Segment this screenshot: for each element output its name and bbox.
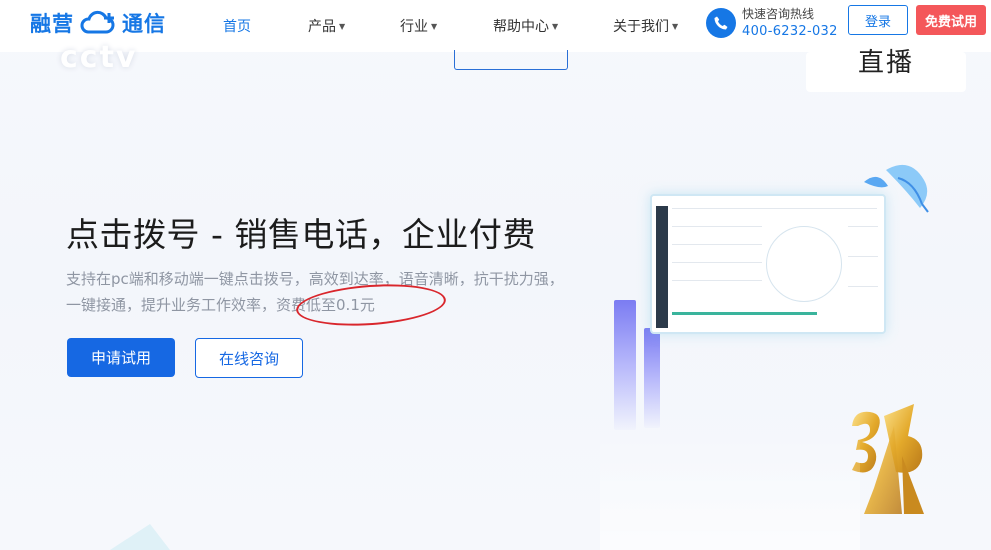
bar-pillar <box>614 300 636 430</box>
caret-down-icon: ▼ <box>339 21 346 31</box>
top-header: 融营 通信 首页 产品 ▼ 行业 ▼ 帮助中心 ▼ 关于我们 ▼ 快速咨询热线 … <box>0 0 991 52</box>
hotline-text: 快速咨询热线 400-6232-032 <box>742 6 838 40</box>
logo-text-right: 通信 <box>122 12 166 36</box>
login-button[interactable]: 登录 <box>848 5 908 35</box>
logo-text-left: 融营 <box>30 12 74 36</box>
hero-title: 点击拨号 - 销售电话，企业付费 <box>66 215 536 254</box>
cloud-plus-icon <box>80 10 115 34</box>
dashboard-row <box>672 208 877 209</box>
caret-down-icon: ▼ <box>672 21 679 31</box>
caret-down-icon: ▼ <box>431 21 438 31</box>
hero-illustration <box>600 160 991 550</box>
dashboard-row <box>848 286 878 287</box>
cctv-watermark: cctv <box>60 40 138 75</box>
hotline[interactable]: 快速咨询热线 400-6232-032 <box>706 6 838 40</box>
phone-icon <box>706 8 736 38</box>
nav-about-us[interactable]: 关于我们 ▼ <box>613 16 678 36</box>
nav-industry[interactable]: 行业 ▼ <box>400 16 437 36</box>
nav-industry-label: 行业 <box>400 19 428 35</box>
live-label: 直播 <box>858 48 915 78</box>
nav-products[interactable]: 产品 ▼ <box>308 16 345 36</box>
hotline-label: 快速咨询热线 <box>742 7 815 21</box>
dashboard-row <box>672 226 762 227</box>
dashboard-row <box>672 280 762 281</box>
banner-button-outline[interactable] <box>454 50 568 70</box>
decorative-shape <box>110 524 170 550</box>
nav-home-label: 首页 <box>223 19 251 35</box>
brand-logo[interactable]: 融营 通信 <box>30 8 166 38</box>
dashboard-row <box>848 226 878 227</box>
dashboard-dial <box>766 226 842 302</box>
paper-bird-icon <box>864 164 929 213</box>
dashboard-progress-bar <box>672 312 817 315</box>
hotline-number: 400-6232-032 <box>742 24 838 39</box>
nav-home[interactable]: 首页 <box>223 16 251 36</box>
dashboard-row <box>848 256 878 257</box>
nav-help-center[interactable]: 帮助中心 ▼ <box>493 16 558 36</box>
dashboard-screenshot <box>650 194 886 334</box>
free-trial-button[interactable]: 免费试用 <box>916 5 986 35</box>
nav-products-label: 产品 <box>308 19 336 35</box>
caret-down-icon: ▼ <box>552 21 559 31</box>
dashboard-row <box>672 244 762 245</box>
bar-pillar <box>644 328 660 428</box>
nav-about-label: 关于我们 <box>613 19 669 35</box>
dashboard-sidebar <box>656 206 668 328</box>
illustration-glow <box>600 432 860 550</box>
dashboard-row <box>672 262 762 263</box>
apply-trial-button[interactable]: 申请试用 <box>67 338 175 377</box>
online-consult-button[interactable]: 在线咨询 <box>195 338 303 378</box>
nav-help-label: 帮助中心 <box>493 19 549 35</box>
